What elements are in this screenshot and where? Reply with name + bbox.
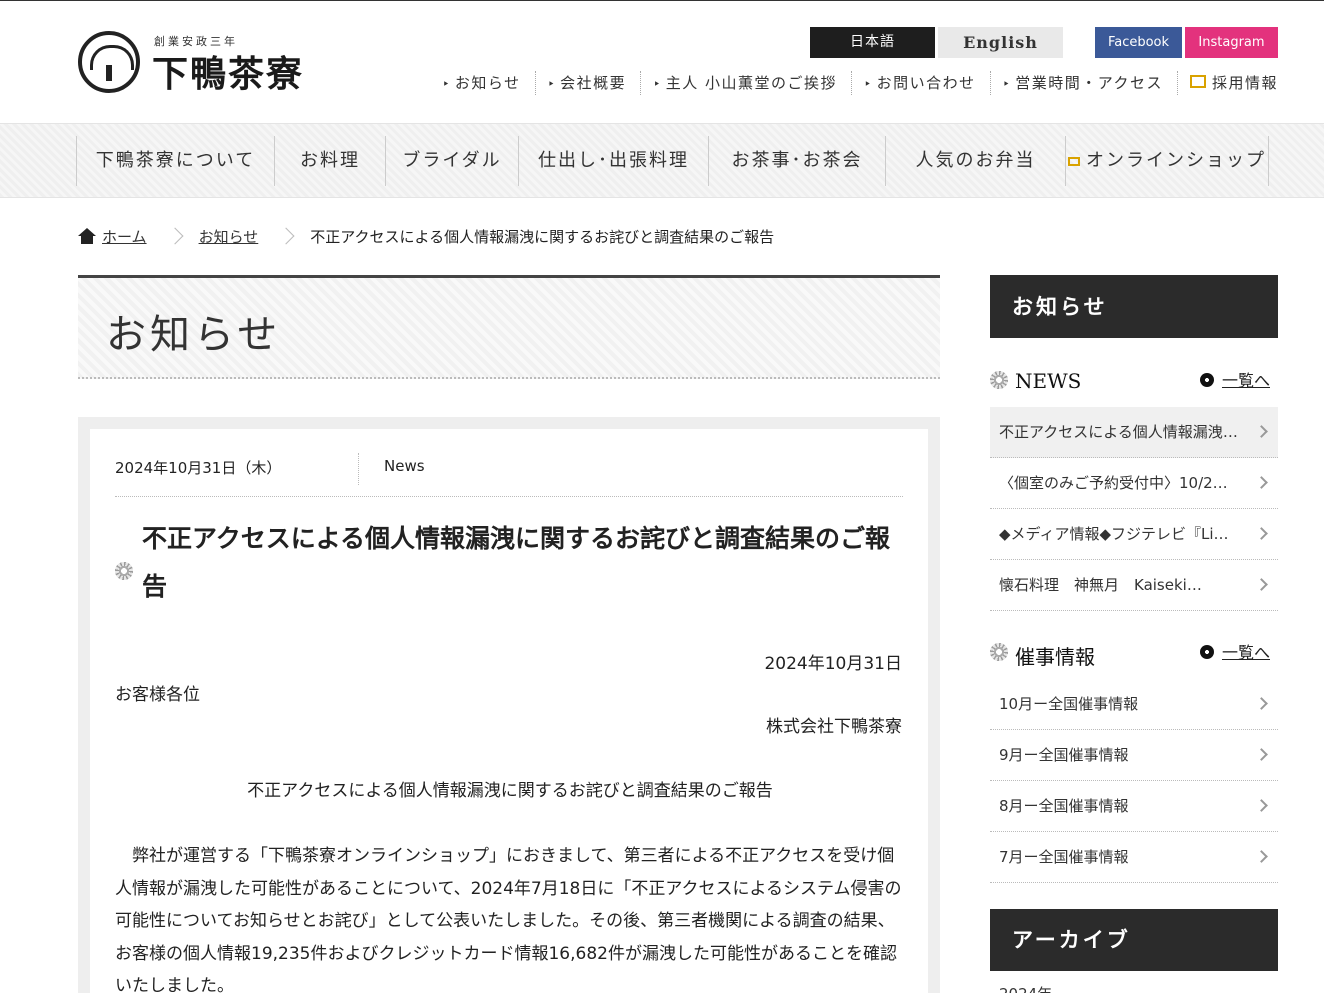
flower-bullet-icon xyxy=(115,562,133,580)
flower-bullet-icon xyxy=(990,371,1008,389)
breadcrumb-section[interactable]: お知らせ xyxy=(199,226,259,247)
article: 2024年10月31日（木） News 不正アクセスによる個人情報漏洩に関するお… xyxy=(90,429,928,993)
article-category: News xyxy=(384,457,425,475)
main-nav-about[interactable]: 下鴨茶寮について xyxy=(77,136,275,186)
news-section-header: NEWS 一覧へ xyxy=(990,367,1278,397)
chevron-right-icon xyxy=(166,227,184,245)
site-logo[interactable]: 創業安政三年 下鴨茶寮 xyxy=(78,31,318,95)
main-nav-tea-ceremony[interactable]: お茶事･お茶会 xyxy=(709,136,886,186)
article-title: 不正アクセスによる個人情報漏洩に関するお詫びと調査結果のご報告 xyxy=(142,524,891,601)
top-nav-company[interactable]: 会社概要 xyxy=(536,71,642,95)
top-nav-recruit[interactable]: 採用情報 xyxy=(1178,71,1278,95)
lang-english-button[interactable]: English xyxy=(938,27,1063,58)
letter-date: 2024年10月31日 xyxy=(764,654,902,674)
news-item[interactable]: ◆メディア情報◆フジテレビ『Li… xyxy=(990,509,1278,560)
home-icon xyxy=(78,228,96,244)
news-item[interactable]: 〈個室のみご予約受付中〉10/2… xyxy=(990,458,1278,509)
news-more-link[interactable]: 一覧へ xyxy=(1200,367,1270,391)
sidebar-header: お知らせ xyxy=(990,275,1278,338)
event-item[interactable]: 9月ー全国催事情報 xyxy=(990,730,1278,781)
news-list: 不正アクセスによる個人情報漏洩に関するお詫びと調査結果のご報告 〈個室のみご予約… xyxy=(990,407,1278,611)
top-nav-contact[interactable]: お問い合わせ xyxy=(852,71,991,95)
main-nav-cuisine[interactable]: お料理 xyxy=(275,136,386,186)
sidebar-title: お知らせ xyxy=(990,275,1278,338)
top-nav-access[interactable]: 営業時間・アクセス xyxy=(991,71,1178,95)
main-nav-catering[interactable]: 仕出し･出張料理 xyxy=(519,136,709,186)
event-item[interactable]: 10月ー全国催事情報 xyxy=(990,679,1278,730)
news-item[interactable]: 懐石料理 神無月 Kaiseki… xyxy=(990,560,1278,611)
breadcrumb-home[interactable]: ホーム xyxy=(102,226,147,247)
top-nav-news[interactable]: お知らせ xyxy=(430,71,536,95)
top-nav: お知らせ 会社概要 主人 小山薫堂のご挨拶 お問い合わせ 営業時間・アクセス 採… xyxy=(430,71,1278,95)
chevron-right-icon xyxy=(277,227,295,245)
fan-crest-icon xyxy=(78,31,140,93)
letter-body: 弊社が運営する「下鴨茶寮オンラインショップ」におきまして、第三者による不正アクセ… xyxy=(115,846,902,993)
event-item[interactable]: 8月ー全国催事情報 xyxy=(990,781,1278,832)
page-header: お知らせ xyxy=(78,275,940,379)
events-section-header: 催事情報 一覧へ xyxy=(990,639,1278,669)
article-meta: 2024年10月31日（木） News xyxy=(115,443,903,497)
breadcrumb: ホーム お知らせ 不正アクセスによる個人情報漏洩に関するお詫びと調査結果のご報告 xyxy=(78,223,774,249)
main-nav: 下鴨茶寮について お料理 ブライダル 仕出し･出張料理 お茶事･お茶会 人気のお… xyxy=(0,123,1324,198)
events-list: 10月ー全国催事情報 9月ー全国催事情報 8月ー全国催事情報 7月ー全国催事情報 xyxy=(990,679,1278,883)
breadcrumb-current: 不正アクセスによる個人情報漏洩に関するお詫びと調査結果のご報告 xyxy=(310,227,775,246)
events-section-title: 催事情報 xyxy=(1015,645,1095,669)
news-section-title: NEWS xyxy=(1015,369,1082,393)
article-date: 2024年10月31日（木） xyxy=(115,459,282,477)
page-title: お知らせ xyxy=(106,312,282,358)
logo-name: 下鴨茶寮 xyxy=(152,53,305,95)
window-icon xyxy=(1068,157,1080,166)
archive-title: アーカイブ xyxy=(990,909,1278,971)
main-nav-online-shop[interactable]: オンラインショップ xyxy=(1066,136,1269,186)
main-nav-bridal[interactable]: ブライダル xyxy=(386,136,519,186)
events-more-link[interactable]: 一覧へ xyxy=(1200,639,1270,663)
letter-recipient: お客様各位 xyxy=(115,685,200,705)
main-nav-bento[interactable]: 人気のお弁当 xyxy=(886,136,1066,186)
news-item[interactable]: 不正アクセスによる個人情報漏洩に関するお詫びと調査結果のご報告 xyxy=(990,407,1278,458)
archive-year-item[interactable]: 2024年 xyxy=(999,983,1052,993)
letter-subject: 不正アクセスによる個人情報漏洩に関するお詫びと調査結果のご報告 xyxy=(247,781,773,801)
lang-japanese-button[interactable]: 日本語 xyxy=(810,27,935,58)
facebook-button[interactable]: Facebook xyxy=(1095,27,1182,58)
letter-sender: 株式会社下鴨茶寮 xyxy=(766,717,902,737)
top-nav-greeting[interactable]: 主人 小山薫堂のご挨拶 xyxy=(641,71,853,95)
article-frame: 2024年10月31日（木） News 不正アクセスによる個人情報漏洩に関するお… xyxy=(78,417,940,993)
event-item[interactable]: 7月ー全国催事情報 xyxy=(990,832,1278,883)
flower-bullet-icon xyxy=(990,643,1008,661)
instagram-button[interactable]: Instagram xyxy=(1185,27,1278,58)
meta-divider xyxy=(358,453,359,485)
